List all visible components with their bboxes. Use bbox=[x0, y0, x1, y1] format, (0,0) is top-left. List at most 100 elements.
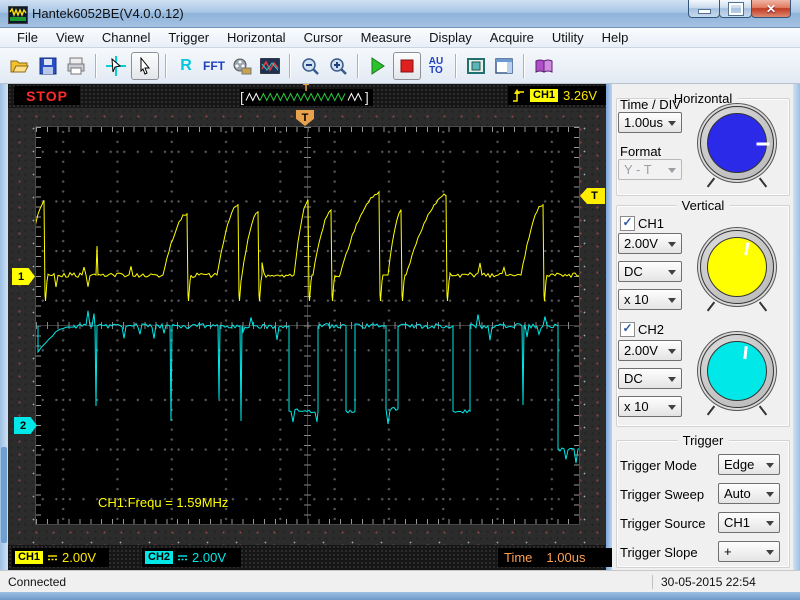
trigger-slope-label: Trigger Slope bbox=[620, 545, 698, 560]
stop-button[interactable] bbox=[393, 51, 421, 80]
menu-item-cursor[interactable]: Cursor bbox=[295, 28, 352, 47]
menu-item-trigger[interactable]: Trigger bbox=[159, 28, 218, 47]
trigger-level-marker[interactable]: T bbox=[580, 188, 605, 204]
ch1-volts-per-div: 2.00V bbox=[62, 550, 96, 565]
menu-item-view[interactable]: View bbox=[47, 28, 93, 47]
fft-button[interactable]: FFT bbox=[201, 53, 227, 79]
toolbar-separator bbox=[289, 53, 291, 78]
menu-bar: File View Channel Trigger Horizontal Cursor Me… bbox=[0, 28, 800, 48]
menu-item-utility[interactable]: Utility bbox=[543, 28, 593, 47]
window-bottom-border bbox=[0, 592, 800, 600]
ch2-dc-coupling-icon bbox=[178, 555, 188, 561]
close-button[interactable]: ✕ bbox=[751, 0, 791, 18]
window-layout-button[interactable] bbox=[491, 53, 517, 79]
menu-item-channel[interactable]: Channel bbox=[93, 28, 159, 47]
trigger-sweep-select[interactable]: Auto bbox=[718, 483, 780, 504]
ch1-position-knob[interactable] bbox=[700, 230, 774, 312]
menu-item-file[interactable]: File bbox=[8, 28, 47, 47]
ch2-badge: CH2 bbox=[145, 551, 174, 564]
ch2-coupling-select[interactable]: DC bbox=[618, 368, 682, 389]
format-label: Format bbox=[620, 144, 662, 159]
ch2-enable-checkbox[interactable]: ✓ bbox=[620, 322, 635, 337]
horizontal-position-knob[interactable] bbox=[700, 106, 774, 188]
ch1-coupling-select[interactable]: DC bbox=[618, 261, 682, 282]
ch1-volts-select[interactable]: 2.00V bbox=[618, 233, 682, 254]
graticule[interactable]: CH1:Frequ = 1.59MHz bbox=[35, 126, 580, 525]
chevron-down-icon bbox=[668, 377, 676, 386]
trigger-mode-select[interactable]: Edge bbox=[718, 454, 780, 475]
full-screen-button[interactable] bbox=[463, 53, 489, 79]
horizontal-trigger-position-marker[interactable]: T bbox=[296, 110, 314, 126]
scroll-thumb[interactable] bbox=[1, 447, 7, 543]
ch2-ground-marker[interactable]: 2 bbox=[14, 417, 37, 434]
time-div-select[interactable]: 1.00us bbox=[618, 112, 682, 133]
window-title: Hantek6052BE(V4.0.0.12) bbox=[32, 6, 184, 21]
ch1-ground-marker[interactable]: 1 bbox=[12, 268, 35, 285]
knob-pointer bbox=[744, 242, 750, 256]
waveform-traces bbox=[36, 190, 579, 464]
minimize-icon bbox=[697, 9, 711, 14]
ch2-knob-face bbox=[707, 341, 767, 401]
menu-item-acquire[interactable]: Acquire bbox=[481, 28, 543, 47]
menu-item-help[interactable]: Help bbox=[593, 28, 638, 47]
chevron-down-icon bbox=[766, 492, 774, 501]
horizontal-knob-face bbox=[707, 113, 770, 173]
chevron-down-icon bbox=[668, 270, 676, 279]
trigger-source-select[interactable]: CH1 bbox=[718, 512, 780, 533]
zoom-out-button[interactable] bbox=[297, 53, 323, 79]
menu-item-display[interactable]: Display bbox=[420, 28, 481, 47]
chevron-down-icon bbox=[766, 550, 774, 559]
ch2-probe-select[interactable]: x 10 bbox=[618, 396, 682, 417]
ch2-position-knob[interactable] bbox=[700, 334, 774, 416]
pointer-button[interactable] bbox=[131, 51, 159, 80]
chevron-down-icon bbox=[668, 168, 676, 177]
zoom-in-button[interactable] bbox=[325, 53, 351, 79]
acquisition-info-bar: STOP [ ] T CH1 3.26V bbox=[8, 83, 606, 108]
print-button[interactable] bbox=[63, 53, 89, 79]
trigger-slope-select[interactable]: + bbox=[718, 541, 780, 562]
trigger-source-label: Trigger Source bbox=[620, 516, 706, 531]
scope-display: CH1:Frequ = 1.59MHz T T 1 2 bbox=[8, 108, 606, 545]
chevron-down-icon bbox=[766, 521, 774, 530]
chevron-down-icon bbox=[668, 242, 676, 251]
ch2-volts-select[interactable]: 2.00V bbox=[618, 340, 682, 361]
ch1-badge: CH1 bbox=[15, 551, 44, 564]
ch1-probe-select[interactable]: x 10 bbox=[618, 289, 682, 310]
ch2-trace bbox=[37, 310, 579, 464]
timebase-box: Time 1.00us bbox=[498, 548, 614, 567]
open-button[interactable] bbox=[7, 53, 33, 79]
channel-scale-bar: CH1 2.00V CH2 2.00V Time 1.00us bbox=[8, 545, 614, 570]
chevron-down-icon bbox=[668, 349, 676, 358]
ch1-knob-face bbox=[707, 237, 767, 297]
trigger-mode-label: Trigger Mode bbox=[620, 458, 697, 473]
track-cursor-button[interactable] bbox=[103, 53, 129, 79]
measurement-annotation: CH1:Frequ = 1.59MHz bbox=[98, 495, 229, 510]
menu-item-measure[interactable]: Measure bbox=[352, 28, 421, 47]
ch1-enable-checkbox[interactable]: ✓ bbox=[620, 216, 635, 231]
chevron-down-icon bbox=[668, 405, 676, 414]
trigger-group-title: Trigger bbox=[677, 433, 729, 448]
control-panel: Horizontal Time / DIV 1.00us Format Y - … bbox=[612, 84, 793, 570]
waveform-window-button[interactable] bbox=[257, 53, 283, 79]
start-button[interactable] bbox=[365, 53, 391, 79]
connection-status: Connected bbox=[8, 575, 67, 589]
toolbar-separator bbox=[165, 53, 167, 78]
trigger-source-badge: CH1 bbox=[530, 89, 559, 102]
auto-set-button[interactable]: AU TO bbox=[423, 53, 449, 79]
ch2-checkbox-label: CH2 bbox=[638, 322, 665, 337]
minimize-button[interactable] bbox=[688, 0, 720, 18]
refresh-button[interactable]: R bbox=[173, 53, 199, 79]
help-button[interactable] bbox=[531, 53, 557, 79]
chevron-down-icon bbox=[766, 463, 774, 472]
trigger-info-box: CH1 3.26V bbox=[508, 86, 606, 105]
trigger-level-value: 3.26V bbox=[563, 88, 597, 103]
menu-item-horizontal[interactable]: Horizontal bbox=[218, 28, 295, 47]
video-button[interactable] bbox=[229, 53, 255, 79]
trigger-edge-icon bbox=[513, 88, 524, 102]
save-button[interactable] bbox=[35, 53, 61, 79]
preview-right-bracket: ] bbox=[364, 89, 369, 105]
preview-trigger-marker[interactable]: T bbox=[303, 83, 309, 94]
maximize-icon bbox=[727, 1, 744, 16]
window-left-border bbox=[0, 84, 8, 570]
maximize-button[interactable] bbox=[719, 0, 752, 18]
